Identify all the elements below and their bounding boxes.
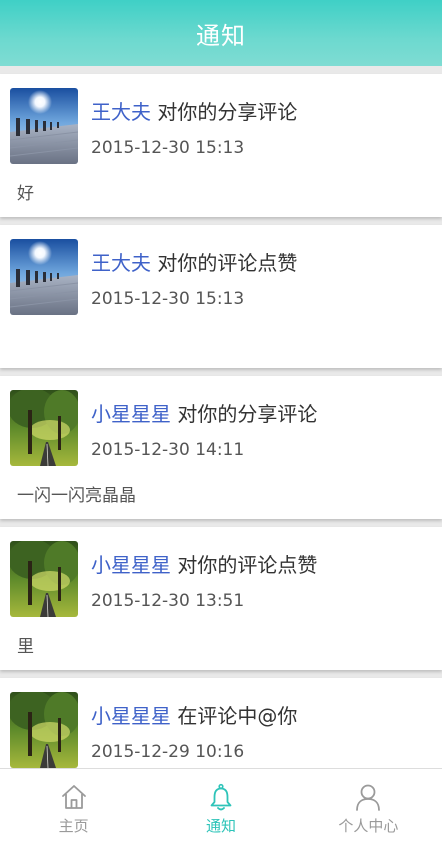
avatar[interactable] [10, 239, 78, 315]
page-title: 通知 [196, 21, 246, 50]
notification-list[interactable]: 王大夫 对你的分享评论 2015-12-30 15:13 好 王大夫 对你的评论… [0, 66, 442, 768]
tab-label: 个人中心 [338, 817, 399, 835]
username-link[interactable]: 小星星星 [91, 402, 171, 426]
notification-item[interactable]: 小星星星 在评论中@你 2015-12-29 10:16 [0, 678, 442, 768]
notification-content: 里 [17, 637, 34, 657]
user-icon [356, 784, 381, 811]
notification-item[interactable]: 王大夫 对你的评论点赞 2015-12-30 15:13 [0, 225, 442, 368]
username-link[interactable]: 王大夫 [91, 251, 151, 275]
notification-title: 小星星星 在评论中@你 [91, 700, 297, 729]
notification-time: 2015-12-30 15:13 [91, 289, 245, 309]
username-link[interactable]: 王大夫 [91, 100, 151, 124]
username-link[interactable]: 小星星星 [91, 553, 171, 577]
notification-action: 在评论中@你 [177, 704, 298, 728]
avatar[interactable] [10, 390, 78, 466]
tab-profile[interactable]: 个人中心 [295, 769, 442, 842]
bottom-tab-bar: 主页 通知 个人中心 [0, 768, 442, 842]
home-icon [61, 785, 86, 809]
bell-icon [210, 783, 232, 811]
notification-content: 好 [17, 184, 34, 204]
avatar[interactable] [10, 541, 78, 617]
tab-home[interactable]: 主页 [0, 769, 147, 842]
notification-item[interactable]: 小星星星 对你的分享评论 2015-12-30 14:11 一闪一闪亮晶晶 [0, 376, 442, 519]
notification-item[interactable]: 小星星星 对你的评论点赞 2015-12-30 13:51 里 [0, 527, 442, 670]
notification-title: 小星星星 对你的分享评论 [91, 398, 317, 427]
username-link[interactable]: 小星星星 [91, 704, 171, 728]
notification-item[interactable]: 王大夫 对你的分享评论 2015-12-30 15:13 好 [0, 74, 442, 217]
tab-label: 主页 [58, 817, 89, 835]
notification-title: 王大夫 对你的分享评论 [91, 96, 297, 125]
notification-content: 一闪一闪亮晶晶 [17, 486, 136, 506]
notification-title: 王大夫 对你的评论点赞 [91, 247, 297, 276]
notification-action: 对你的评论点赞 [157, 251, 298, 275]
notification-action: 对你的评论点赞 [177, 553, 318, 577]
notification-time: 2015-12-30 13:51 [91, 591, 245, 611]
app-header: 通知 [0, 0, 442, 66]
avatar[interactable] [10, 88, 78, 164]
notification-action: 对你的分享评论 [157, 100, 298, 124]
notification-action: 对你的分享评论 [177, 402, 318, 426]
tab-notifications[interactable]: 通知 [147, 769, 294, 842]
tab-label: 通知 [205, 817, 236, 835]
notification-time: 2015-12-29 10:16 [91, 742, 245, 762]
notification-time: 2015-12-30 14:11 [91, 440, 245, 460]
avatar[interactable] [10, 692, 78, 768]
notification-title: 小星星星 对你的评论点赞 [91, 549, 317, 578]
notification-time: 2015-12-30 15:13 [91, 138, 245, 158]
